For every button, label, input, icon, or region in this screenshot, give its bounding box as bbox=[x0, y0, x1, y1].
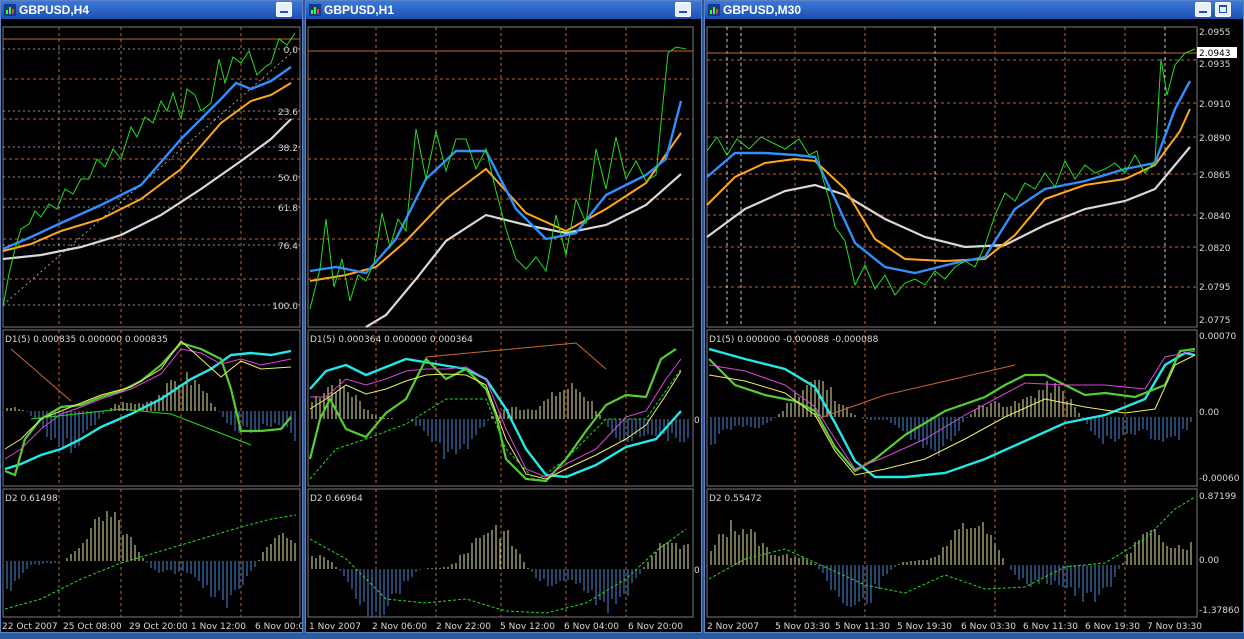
time-label: 6 Nov 20:00 bbox=[628, 622, 683, 632]
price-pane: 0.0 23.6 38.2 50.0 61.8 76.4 100.0 bbox=[2, 26, 301, 328]
d1-label: D1(5) 0.000000 -0.000088 -0.000088 bbox=[709, 335, 879, 345]
time-label: 6 Nov 03:30 bbox=[961, 622, 1016, 632]
price-scale-label: 2.0795 bbox=[1199, 283, 1231, 293]
fib-label: 23.6 bbox=[278, 108, 298, 118]
minimize-icon bbox=[1199, 11, 1207, 13]
window-titlebar[interactable]: GBPUSD,H4 bbox=[1, 1, 302, 19]
d2-label: D2 0.55472 bbox=[709, 494, 762, 504]
d2-pane: D2 0.61498 bbox=[2, 488, 301, 618]
time-axis: 2 Nov 2007 5 Nov 03:30 5 Nov 11:30 5 Nov… bbox=[707, 622, 1202, 632]
d1-pane: D1(5) 0.000835 0.000000 0.000835 bbox=[2, 329, 301, 487]
chart-window-h1[interactable]: GBPUSD,H1 D1(5) 0.000364 0.000000 0.0003… bbox=[305, 0, 702, 633]
current-price-label: 2.0943 bbox=[1199, 49, 1231, 59]
price-pane: 2.0955 2.0935 2.0910 2.0890 2.0865 2.084… bbox=[706, 26, 1237, 328]
d2-scale: 0.87199 0.00 -1.37860 bbox=[1199, 492, 1240, 616]
d2-label: D2 0.66964 bbox=[310, 494, 363, 504]
chart-window-h4[interactable]: GBPUSD,H4 0.0 23.6 38.2 50.0 61.8 76.4 1… bbox=[0, 0, 310, 634]
d2-scale-label: 0.87199 bbox=[1199, 492, 1236, 502]
price-scale-label: 2.0775 bbox=[1199, 316, 1231, 326]
time-label: 6 Nov 04:00 bbox=[564, 622, 619, 632]
time-label: 2 Nov 22:00 bbox=[436, 622, 491, 632]
time-label: 6 Nov 00:00 bbox=[255, 622, 302, 632]
window-title: GBPUSD,H4 bbox=[19, 3, 90, 17]
d2-scale-label: 0.00 bbox=[1199, 556, 1219, 566]
time-axis: 22 Oct 2007 25 Oct 08:00 29 Oct 20:00 1 … bbox=[2, 622, 310, 632]
fib-label: 61.8 bbox=[278, 204, 298, 214]
price-pane bbox=[307, 26, 694, 328]
time-label: 7 Nov 03:30 bbox=[1147, 622, 1202, 632]
d2-scale-label: -1.37860 bbox=[1199, 606, 1240, 616]
price-scale-label: 2.0910 bbox=[1199, 100, 1231, 110]
fib-label: 100.0 bbox=[272, 302, 298, 312]
time-label: 6 Nov 11:30 bbox=[1023, 622, 1078, 632]
d2-pane: D2 0.55472 0.87199 0.00 -1.37860 bbox=[706, 488, 1240, 618]
maximize-button[interactable] bbox=[1215, 2, 1231, 17]
fib-label: 38.2 bbox=[278, 144, 298, 154]
d1-scale-label: 0.00 bbox=[1199, 408, 1219, 418]
time-label: 6 Nov 19:30 bbox=[1085, 622, 1140, 632]
d1-label: D1(5) 0.000835 0.000000 0.000835 bbox=[5, 335, 168, 345]
time-label: 2 Nov 06:00 bbox=[372, 622, 427, 632]
time-label: 25 Oct 08:00 bbox=[63, 622, 122, 632]
time-label: 5 Nov 11:30 bbox=[835, 622, 890, 632]
time-label: 1 Nov 12:00 bbox=[191, 622, 246, 632]
time-label: 5 Nov 03:30 bbox=[775, 622, 830, 632]
d1-scale-label: -0.00060 bbox=[1199, 474, 1240, 484]
chart-area[interactable]: D1(5) 0.000364 0.000000 0.000364 0 D2 0.… bbox=[306, 19, 701, 632]
chart-window-m30[interactable]: GBPUSD,M30 2.0955 2.0935 2.0910 2.0890 2… bbox=[704, 0, 1244, 633]
time-label: 1 Nov 2007 bbox=[309, 622, 361, 632]
minimize-button[interactable] bbox=[1195, 2, 1211, 17]
d1-label: D1(5) 0.000364 0.000000 0.000364 bbox=[310, 335, 473, 345]
minimize-button[interactable] bbox=[276, 2, 292, 17]
window-titlebar[interactable]: GBPUSD,M30 bbox=[705, 1, 1243, 19]
window-title: GBPUSD,M30 bbox=[723, 3, 802, 17]
fib-label: 0.0 bbox=[284, 46, 299, 56]
d2-pane: D2 0.66964 0 bbox=[307, 488, 700, 618]
time-label: 5 Nov 12:00 bbox=[500, 622, 555, 632]
d1-pane: D1(5) 0.000364 0.000000 0.000364 0 bbox=[307, 329, 700, 487]
chart-window-icon bbox=[708, 4, 720, 16]
d2-scale-label: 0 bbox=[694, 566, 700, 576]
chart-window-icon bbox=[309, 4, 321, 16]
time-label: 29 Oct 20:00 bbox=[129, 622, 188, 632]
minimize-icon bbox=[280, 11, 288, 13]
price-scale: 2.0955 2.0935 2.0910 2.0890 2.0865 2.084… bbox=[1199, 28, 1231, 326]
chart-svg[interactable]: 2.0955 2.0935 2.0910 2.0890 2.0865 2.084… bbox=[705, 19, 1243, 634]
window-title: GBPUSD,H1 bbox=[324, 3, 395, 17]
price-scale-label: 2.0955 bbox=[1199, 28, 1231, 38]
chart-svg[interactable]: 0.0 23.6 38.2 50.0 61.8 76.4 100.0 D1(5)… bbox=[1, 19, 310, 634]
d2-label: D2 0.61498 bbox=[5, 494, 58, 504]
price-scale-label: 2.0820 bbox=[1199, 244, 1231, 254]
chart-area[interactable]: 0.0 23.6 38.2 50.0 61.8 76.4 100.0 D1(5)… bbox=[1, 19, 310, 634]
d1-scale-label: 0.00070 bbox=[1199, 332, 1236, 342]
fib-label: 50.0 bbox=[278, 174, 298, 184]
maximize-icon bbox=[1219, 5, 1227, 13]
chart-svg[interactable]: D1(5) 0.000364 0.000000 0.000364 0 D2 0.… bbox=[306, 19, 701, 634]
d1-pane: D1(5) 0.000000 -0.000088 -0.000088 0.000… bbox=[706, 329, 1240, 487]
price-scale-label: 2.0890 bbox=[1199, 134, 1231, 144]
time-label: 5 Nov 19:30 bbox=[897, 622, 952, 632]
chart-window-icon bbox=[4, 4, 16, 16]
time-label: 2 Nov 2007 bbox=[707, 622, 759, 632]
d1-scale: 0.00070 0.00 -0.00060 bbox=[1199, 332, 1240, 484]
chart-area[interactable]: 2.0955 2.0935 2.0910 2.0890 2.0865 2.084… bbox=[705, 19, 1243, 632]
time-label: 22 Oct 2007 bbox=[2, 622, 58, 632]
time-axis: 1 Nov 2007 2 Nov 06:00 2 Nov 22:00 5 Nov… bbox=[309, 622, 683, 632]
price-scale-label: 2.0935 bbox=[1199, 60, 1231, 70]
price-scale-label: 2.0865 bbox=[1199, 171, 1231, 181]
d1-scale-label: 0 bbox=[694, 416, 700, 426]
window-titlebar[interactable]: GBPUSD,H1 bbox=[306, 1, 701, 19]
fib-label: 76.4 bbox=[278, 242, 298, 252]
minimize-icon bbox=[679, 11, 687, 13]
minimize-button[interactable] bbox=[675, 2, 691, 17]
price-scale-label: 2.0840 bbox=[1199, 212, 1231, 222]
